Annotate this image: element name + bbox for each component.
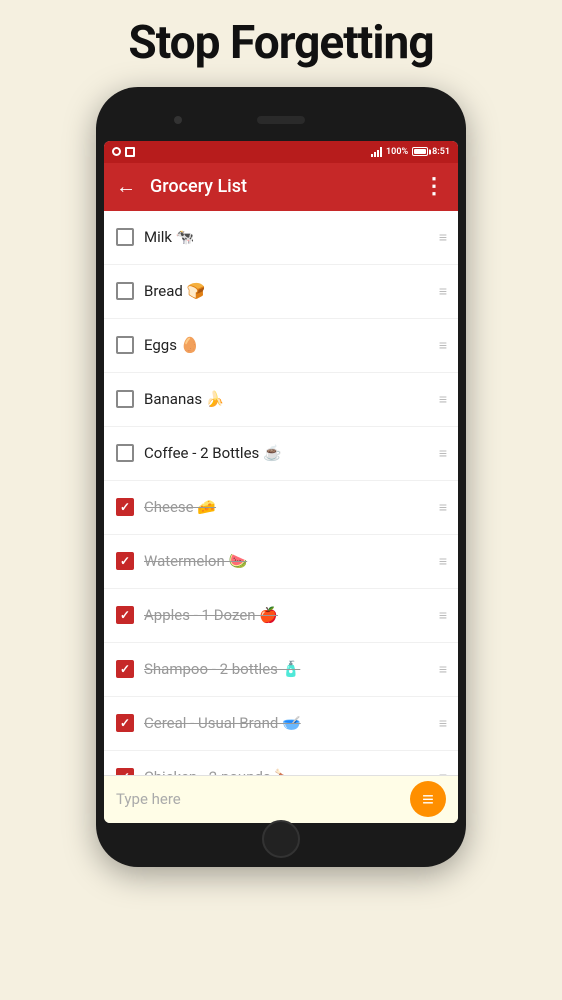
sim-icon [125,147,135,157]
more-options-button[interactable]: ⋮ [423,174,446,199]
status-bar: 100% 8:51 [104,141,458,163]
list-item: Bananas 🍌 ≡ [104,373,458,427]
grocery-list: Milk 🐄≡Bread 🍞≡Eggs 🥚≡Bananas 🍌≡Coffee -… [104,211,458,775]
item-label-9: Shampoo - 2 bottles 🧴 [144,660,429,678]
drag-handle-4[interactable]: ≡ [439,391,446,408]
drag-handle-2[interactable]: ≡ [439,283,446,300]
drag-handle-5[interactable]: ≡ [439,445,446,462]
page-headline: Stop Forgetting [128,18,433,69]
phone-screen: 100% 8:51 ← Grocery List ⋮ Milk 🐄≡Bread … [104,141,458,823]
phone-speaker [257,116,305,124]
item-label-2: Bread 🍞 [144,282,429,300]
item-label-1: Milk 🐄 [144,228,429,246]
battery-icon [412,147,428,156]
clock: 8:51 [432,147,450,157]
item-label-10: Cereal - Usual Brand 🥣 [144,714,429,732]
list-item: Eggs 🥚 ≡ [104,319,458,373]
home-button[interactable] [262,820,300,858]
list-item: Bread 🍞 ≡ [104,265,458,319]
add-icon: ≡ [422,789,434,809]
list-item: Watermelon 🍉 ≡ [104,535,458,589]
item-label-7: Watermelon 🍉 [144,552,429,570]
checkbox-item-1[interactable] [116,228,134,246]
status-right: 100% 8:51 [371,147,450,157]
drag-handle-3[interactable]: ≡ [439,337,446,354]
checkbox-item-4[interactable] [116,390,134,408]
signal-icon [371,147,382,157]
drag-handle-8[interactable]: ≡ [439,607,446,624]
phone-bottom-bezel [104,823,458,855]
list-item: Apples - 1 Dozen 🍎 ≡ [104,589,458,643]
list-item: Shampoo - 2 bottles 🧴 ≡ [104,643,458,697]
item-label-8: Apples - 1 Dozen 🍎 [144,606,429,624]
list-item: Cereal - Usual Brand 🥣 ≡ [104,697,458,751]
add-item-button[interactable]: ≡ [410,781,446,817]
input-bar: Type here ≡ [104,775,458,823]
checkbox-item-5[interactable] [116,444,134,462]
checkbox-item-8[interactable] [116,606,134,624]
recording-indicator [112,147,121,156]
phone-camera [174,116,182,124]
checkbox-item-7[interactable] [116,552,134,570]
list-item: Coffee - 2 Bottles ☕ ≡ [104,427,458,481]
list-item: Cheese 🧀 ≡ [104,481,458,535]
drag-handle-1[interactable]: ≡ [439,229,446,246]
input-placeholder[interactable]: Type here [116,790,410,808]
item-label-6: Cheese 🧀 [144,498,429,516]
drag-handle-6[interactable]: ≡ [439,499,446,516]
phone-shell: 100% 8:51 ← Grocery List ⋮ Milk 🐄≡Bread … [96,87,466,867]
checkbox-item-2[interactable] [116,282,134,300]
list-item: Milk 🐄 ≡ [104,211,458,265]
drag-handle-10[interactable]: ≡ [439,715,446,732]
battery-percent: 100% [386,147,408,157]
checkbox-item-3[interactable] [116,336,134,354]
toolbar: ← Grocery List ⋮ [104,163,458,211]
list-item: Chicken - 2 pounds 🍗≡ [104,751,458,775]
checkbox-item-6[interactable] [116,498,134,516]
toolbar-title: Grocery List [150,176,423,197]
checkbox-item-10[interactable] [116,714,134,732]
item-label-5: Coffee - 2 Bottles ☕ [144,444,429,462]
drag-handle-9[interactable]: ≡ [439,661,446,678]
phone-top-bezel [104,99,458,141]
item-label-3: Eggs 🥚 [144,336,429,354]
back-button[interactable]: ← [116,174,136,199]
checkbox-item-9[interactable] [116,660,134,678]
status-left [112,147,135,157]
battery-fill [414,149,426,154]
item-label-4: Bananas 🍌 [144,390,429,408]
drag-handle-7[interactable]: ≡ [439,553,446,570]
